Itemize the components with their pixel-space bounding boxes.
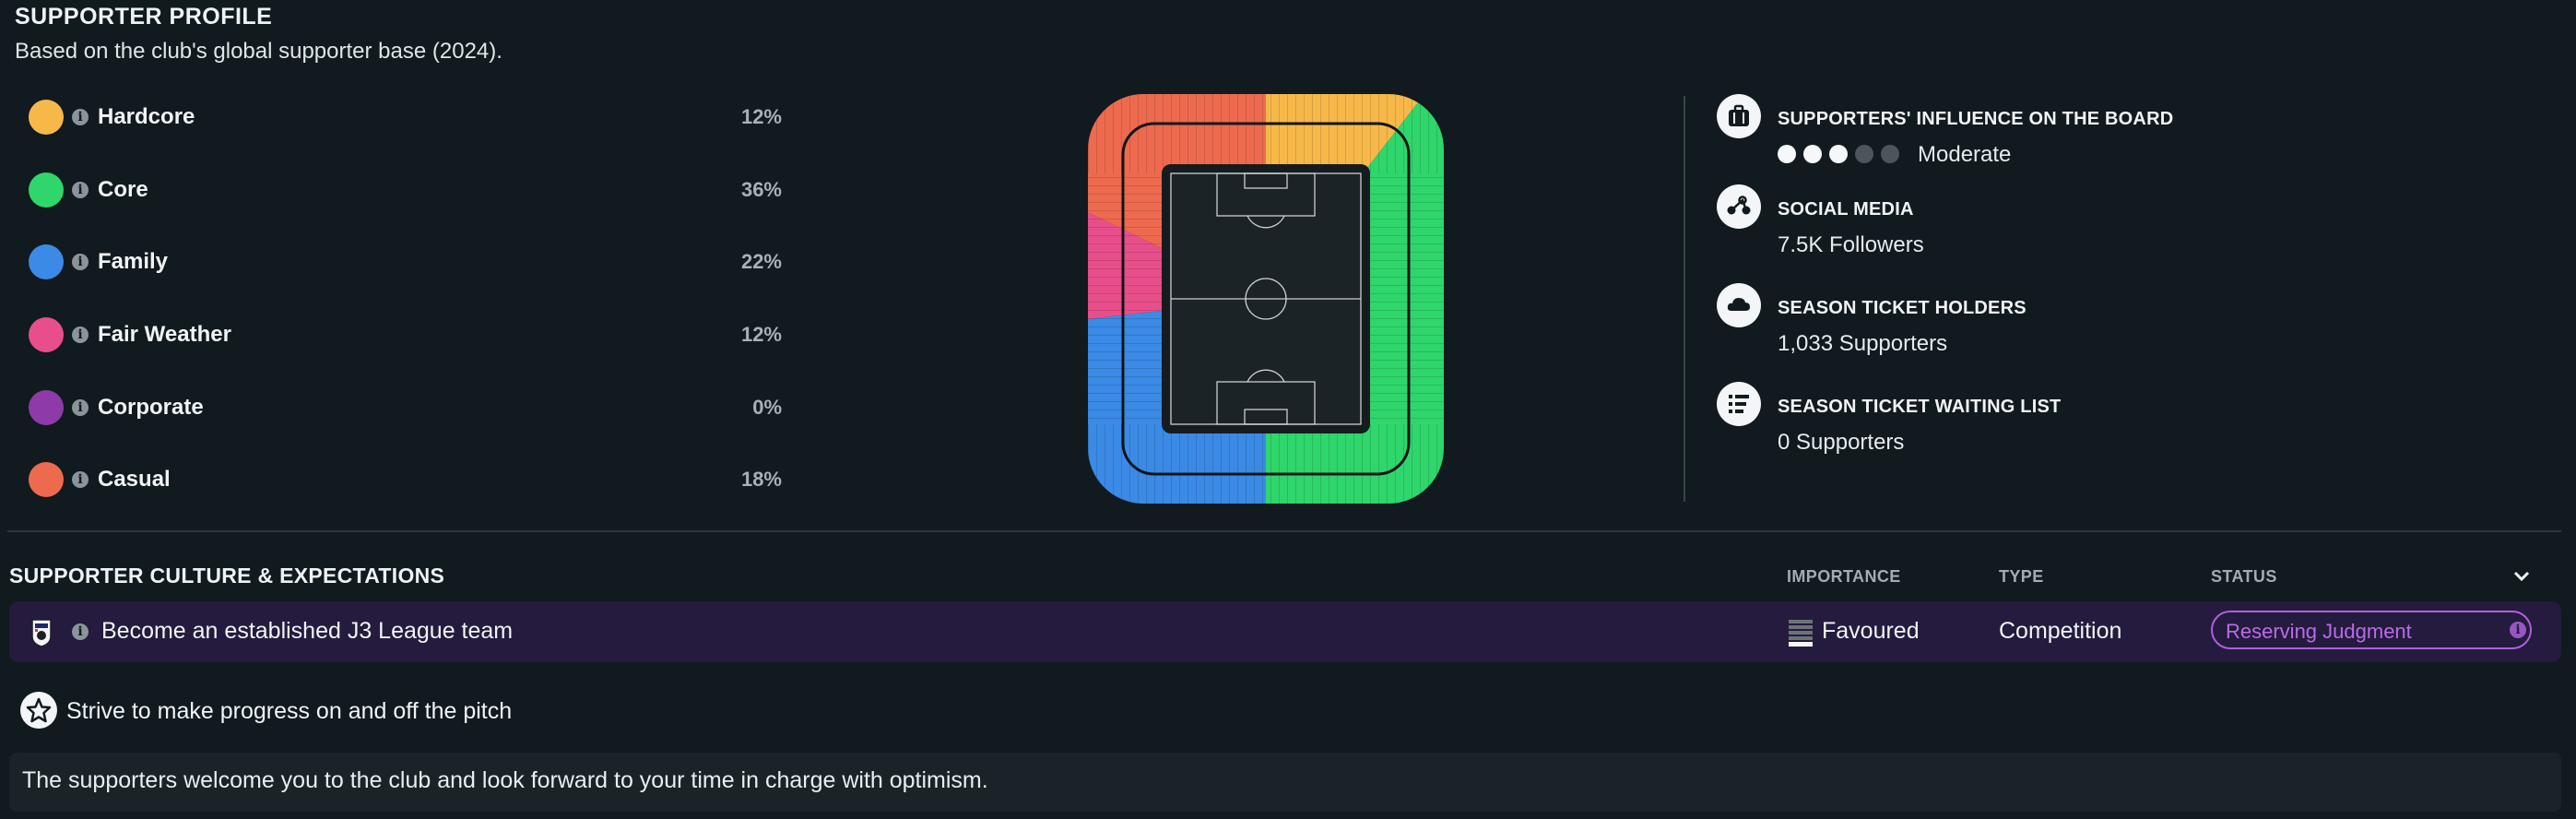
supporter-message-box: The supporters welcome you to the club a… — [9, 753, 2561, 812]
board-influence-label: SUPPORTERS' INFLUENCE ON THE BOARD — [1778, 109, 2174, 129]
status-text: Reserving Judgment — [2226, 620, 2412, 643]
segment-name: Family — [98, 249, 169, 274]
waiting-list-value: 0 Supporters — [1778, 430, 1905, 455]
expectation-text: Become an established J3 League team — [101, 618, 514, 644]
info-icon[interactable]: i — [72, 623, 89, 640]
influence-level-pips — [1778, 145, 1907, 165]
influence-pip — [1855, 145, 1873, 163]
supporter-message: The supporters welcome you to the club a… — [22, 767, 988, 793]
board-influence-value: Moderate — [1918, 142, 2012, 167]
segment-percent: 0% — [752, 396, 782, 419]
info-icon[interactable]: i — [72, 399, 89, 416]
segment-color-dot — [29, 100, 64, 135]
season-ticket-holders-value: 1,033 Supporters — [1778, 331, 1948, 356]
segment-percent: 18% — [740, 468, 782, 491]
strive-statement: Strive to make progress on and off the p… — [66, 698, 513, 724]
cloud-icon — [1717, 283, 1761, 327]
page-title: SUPPORTER PROFILE — [15, 4, 273, 30]
info-icon[interactable]: i — [2510, 622, 2526, 638]
segment-row-casual[interactable]: i Casual 18% — [0, 444, 793, 516]
culture-section-title: SUPPORTER CULTURE & EXPECTATIONS — [9, 564, 445, 588]
segment-percent: 12% — [740, 105, 782, 128]
star-icon — [20, 692, 57, 729]
segment-row-hardcore[interactable]: i Hardcore 12% — [0, 81, 793, 153]
influence-pip — [1829, 145, 1848, 163]
segment-name: Casual — [98, 467, 171, 492]
influence-pip — [1778, 145, 1796, 163]
segment-color-dot — [29, 390, 64, 425]
chevron-down-icon[interactable] — [2511, 566, 2532, 587]
importance-level-icon — [1789, 620, 1813, 647]
segment-color-dot — [29, 172, 64, 208]
stadium-supporter-map — [1088, 94, 1444, 504]
info-icon[interactable]: i — [72, 326, 89, 343]
segment-color-dot — [29, 244, 64, 279]
expectation-importance: Favoured — [1822, 618, 1920, 644]
segment-name: Fair Weather — [98, 322, 231, 347]
social-media-value: 7.5K Followers — [1778, 232, 1924, 257]
segment-name: Core — [98, 177, 148, 202]
segment-row-family[interactable]: i Family 22% — [0, 226, 793, 298]
info-icon[interactable]: i — [72, 182, 89, 198]
pitch — [1170, 172, 1362, 425]
page-subtitle: Based on the club's global supporter bas… — [15, 39, 502, 64]
status-badge[interactable]: Reserving Judgment i — [2211, 611, 2532, 649]
segment-name: Hardcore — [98, 104, 195, 129]
segment-row-fair-weather[interactable]: i Fair Weather 12% — [0, 299, 793, 371]
club-badge-icon — [31, 619, 52, 647]
info-icon[interactable]: i — [72, 109, 89, 125]
column-header-importance[interactable]: IMPORTANCE — [1787, 567, 1901, 587]
segment-percent: 36% — [740, 178, 782, 201]
waiting-list-label: SEASON TICKET WAITING LIST — [1778, 397, 2062, 417]
expectation-type: Competition — [1999, 618, 2122, 644]
column-header-status[interactable]: STATUS — [2211, 567, 2277, 587]
segment-row-corporate[interactable]: i Corporate 0% — [0, 372, 793, 444]
share-icon — [1717, 184, 1761, 229]
segment-name: Corporate — [98, 395, 204, 420]
segment-color-dot — [29, 462, 64, 497]
info-icon[interactable]: i — [72, 254, 89, 270]
season-ticket-holders-label: SEASON TICKET HOLDERS — [1778, 298, 2027, 318]
segment-row-core[interactable]: i Core 36% — [0, 154, 793, 226]
segment-color-dot — [29, 317, 64, 352]
info-icon[interactable]: i — [72, 471, 89, 488]
influence-pip — [1803, 145, 1822, 163]
segment-percent: 22% — [740, 250, 782, 273]
vertical-divider — [1684, 96, 1685, 502]
briefcase-icon — [1717, 94, 1761, 138]
list-icon — [1717, 382, 1761, 426]
column-header-type[interactable]: TYPE — [1999, 567, 2044, 587]
segment-percent: 12% — [740, 323, 782, 346]
section-divider — [7, 530, 2561, 532]
influence-pip — [1881, 145, 1899, 163]
expectation-row[interactable]: i Become an established J3 League team F… — [9, 601, 2561, 662]
social-media-label: SOCIAL MEDIA — [1778, 199, 1914, 220]
